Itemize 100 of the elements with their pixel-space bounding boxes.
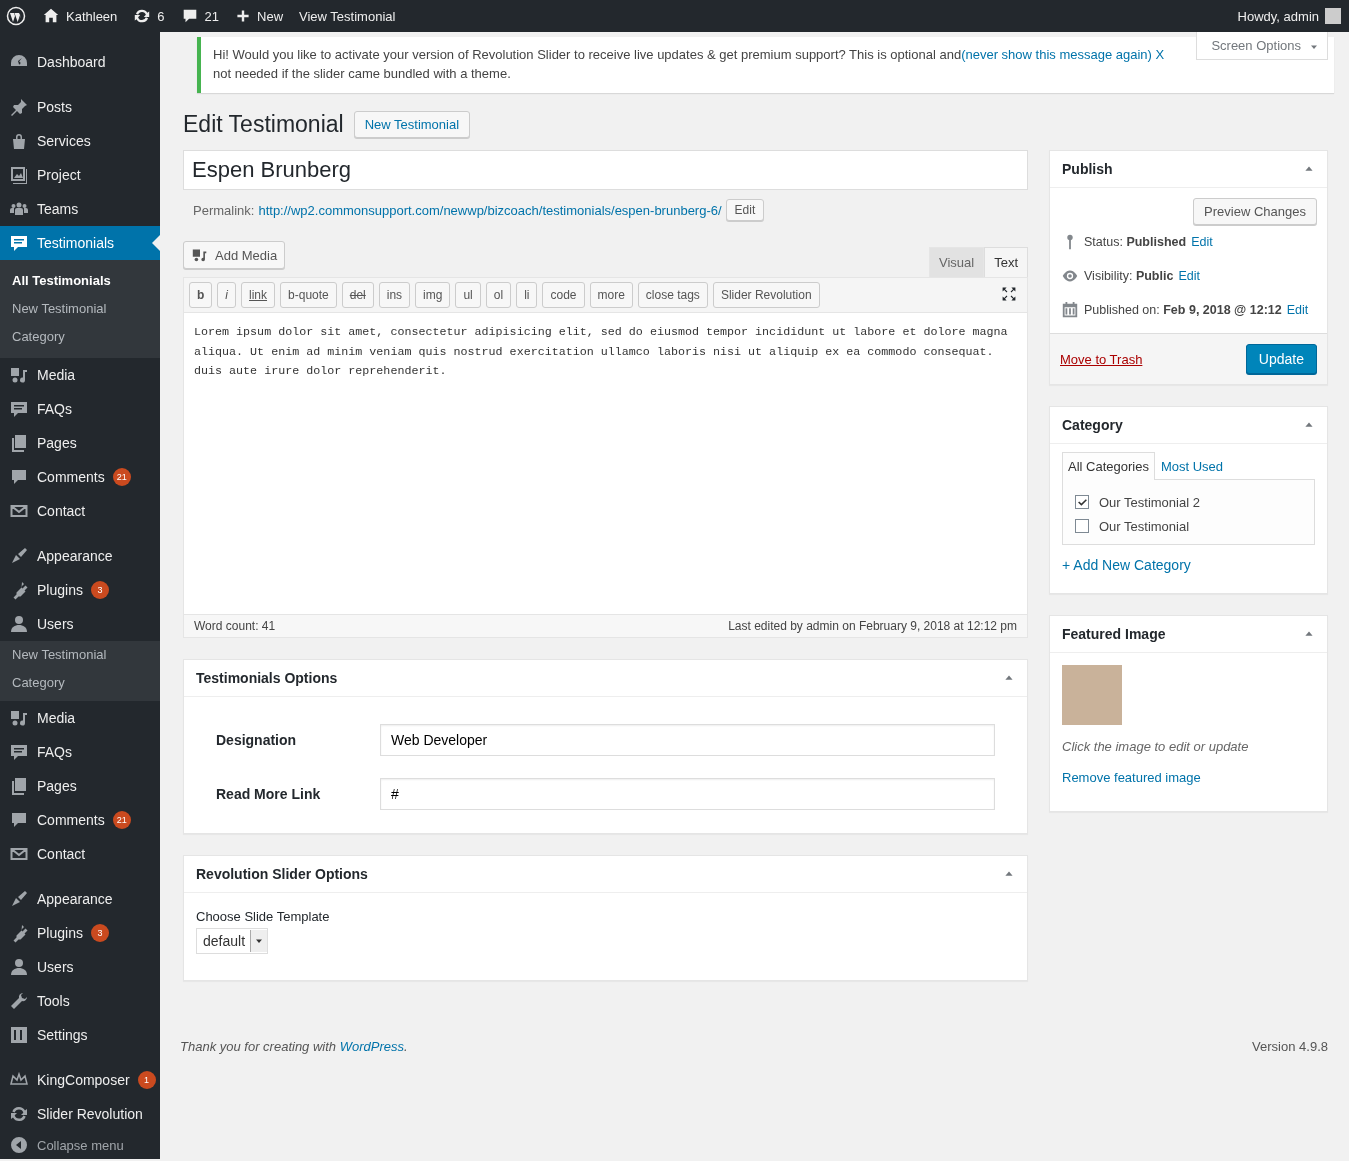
- comment-icon: [9, 810, 29, 830]
- remove-image-link[interactable]: Remove featured image: [1062, 770, 1201, 785]
- panel-title: Publish: [1062, 161, 1113, 177]
- submenu-item[interactable]: Category: [0, 669, 160, 697]
- menu-item[interactable]: Comments 21: [0, 803, 160, 837]
- greeting[interactable]: Howdy, admin: [1237, 8, 1319, 24]
- menu-item[interactable]: Slider Revolution: [0, 1097, 160, 1131]
- menu-item[interactable]: Users: [0, 950, 160, 984]
- quicktag-button[interactable]: ol: [485, 282, 512, 308]
- quicktag-button[interactable]: link: [241, 282, 276, 308]
- edit-link[interactable]: Edit: [1191, 235, 1213, 249]
- quicktag-button[interactable]: more: [589, 282, 633, 308]
- menu-item[interactable]: Tools: [0, 984, 160, 1018]
- template-select[interactable]: default: [196, 928, 268, 954]
- input-field[interactable]: #: [380, 778, 995, 810]
- submenu-item[interactable]: All Testimonials: [0, 267, 160, 295]
- menu-item[interactable]: Settings: [0, 1018, 160, 1052]
- menu-item[interactable]: Pages: [0, 769, 160, 803]
- menu-item[interactable]: Media: [0, 701, 160, 735]
- edit-link[interactable]: Edit: [1178, 269, 1200, 283]
- menu-item[interactable]: Plugins 3: [0, 573, 160, 607]
- fullscreen-icon: [1001, 285, 1017, 302]
- quicktag-button[interactable]: del: [341, 282, 374, 308]
- quicktag-button[interactable]: code: [542, 282, 585, 308]
- site-link[interactable]: Kathleen: [42, 7, 118, 25]
- quicktag-button[interactable]: i: [217, 282, 236, 308]
- menu-item[interactable]: Testimonials: [0, 226, 160, 260]
- brush-icon: [9, 546, 29, 566]
- wordpress-link[interactable]: WordPress: [339, 1039, 404, 1054]
- view-link[interactable]: View Testimonial: [299, 8, 396, 24]
- menu-item[interactable]: Plugins 3: [0, 916, 160, 950]
- footer-text: Thank you for creating with WordPress.: [180, 1039, 408, 1054]
- screen-options-button[interactable]: Screen Options: [1196, 32, 1328, 60]
- new-link[interactable]: New: [235, 8, 284, 24]
- close-link[interactable]: X: [1155, 47, 1165, 62]
- edit-permalink-button[interactable]: Edit: [725, 199, 765, 221]
- quicktag-button[interactable]: img: [415, 282, 451, 308]
- quicktag-button[interactable]: b-quote: [280, 282, 337, 308]
- menu-item[interactable]: Comments 21: [0, 460, 160, 494]
- menu-item[interactable]: Pages: [0, 426, 160, 460]
- title-field[interactable]: Espen Brunberg: [183, 150, 1028, 190]
- field-label: Choose Slide Template: [196, 909, 331, 924]
- field-label: Read More Link: [216, 786, 322, 802]
- new-testimonial-button[interactable]: New Testimonial: [353, 111, 471, 138]
- menu-item[interactable]: Contact: [0, 494, 160, 528]
- refresh-icon: [133, 7, 152, 25]
- logo-icon: [6, 6, 26, 26]
- checkbox[interactable]: [1075, 519, 1089, 533]
- menu-item[interactable]: Dashboard: [0, 45, 160, 79]
- menu-item[interactable]: Collapse menu: [0, 1131, 160, 1159]
- add-category-link[interactable]: + Add New Category: [1062, 557, 1191, 573]
- category-tab[interactable]: All Categories: [1062, 452, 1155, 480]
- menu-item[interactable]: Media: [0, 358, 160, 392]
- refresh-icon: [9, 1104, 29, 1124]
- preview-changes-button[interactable]: Preview Changes: [1193, 198, 1317, 225]
- menu-item[interactable]: FAQs: [0, 392, 160, 426]
- menu-item[interactable]: Users: [0, 607, 160, 641]
- menu-item[interactable]: Project: [0, 158, 160, 192]
- add-media-button[interactable]: Add Media: [183, 241, 286, 269]
- permalink-url[interactable]: http://wp2.commonsupport.com/newwp/bizcoach/testimonials/espen-brunberg-6/: [258, 202, 722, 218]
- submenu-item[interactable]: New Testimonial: [0, 295, 160, 323]
- menu-item[interactable]: Contact: [0, 837, 160, 871]
- quicktag-button[interactable]: ul: [455, 282, 481, 308]
- submenu-item[interactable]: Category: [0, 323, 160, 351]
- collapse-icon: [9, 1135, 29, 1155]
- comments-link[interactable]: 21: [180, 7, 220, 25]
- last-edited: Last edited by admin on February 9, 2018 at 12:12 pm: [728, 619, 1017, 633]
- edit-link[interactable]: Edit: [1286, 303, 1309, 317]
- quicktag-button[interactable]: Slider Revolution: [712, 282, 820, 308]
- pages-icon: [9, 433, 29, 453]
- submenu-item[interactable]: New Testimonial: [0, 641, 160, 669]
- checkbox-label: Our Testimonial: [1099, 518, 1190, 534]
- quicktag-button[interactable]: ins: [378, 282, 411, 308]
- quicktag-button[interactable]: close tags: [637, 282, 708, 308]
- speech-bubble-icon: [9, 399, 29, 419]
- dismiss-link[interactable]: (never show this message again): [961, 47, 1152, 62]
- count-badge: 21: [112, 468, 131, 486]
- move-to-trash-link[interactable]: Move to Trash: [1060, 351, 1143, 367]
- count-badge: 21: [112, 811, 131, 829]
- count-badge: 3: [90, 581, 109, 599]
- menu-item[interactable]: Appearance: [0, 539, 160, 573]
- speech-bubble-icon: [9, 233, 29, 253]
- editor-tab[interactable]: Visual: [928, 247, 985, 277]
- menu-item[interactable]: Teams: [0, 192, 160, 226]
- menu-item[interactable]: Services: [0, 124, 160, 158]
- field-label: Designation: [216, 732, 298, 748]
- updates-link[interactable]: 6: [133, 7, 165, 25]
- menu-item[interactable]: Posts: [0, 90, 160, 124]
- publish-info: Visibility: Public: [1084, 269, 1174, 283]
- checkbox[interactable]: [1075, 495, 1089, 509]
- category-tab[interactable]: Most Used: [1154, 452, 1230, 480]
- quicktag-button[interactable]: b: [189, 282, 213, 308]
- menu-item[interactable]: KingComposer 1: [0, 1063, 160, 1097]
- quicktag-button[interactable]: li: [516, 282, 538, 308]
- input-field[interactable]: Web Developer: [380, 724, 995, 756]
- menu-item[interactable]: Appearance: [0, 882, 160, 916]
- image-hint: Click the image to edit or update: [1062, 739, 1250, 754]
- editor-tab[interactable]: Text: [984, 247, 1028, 277]
- menu-item[interactable]: FAQs: [0, 735, 160, 769]
- update-button[interactable]: Update: [1245, 344, 1317, 374]
